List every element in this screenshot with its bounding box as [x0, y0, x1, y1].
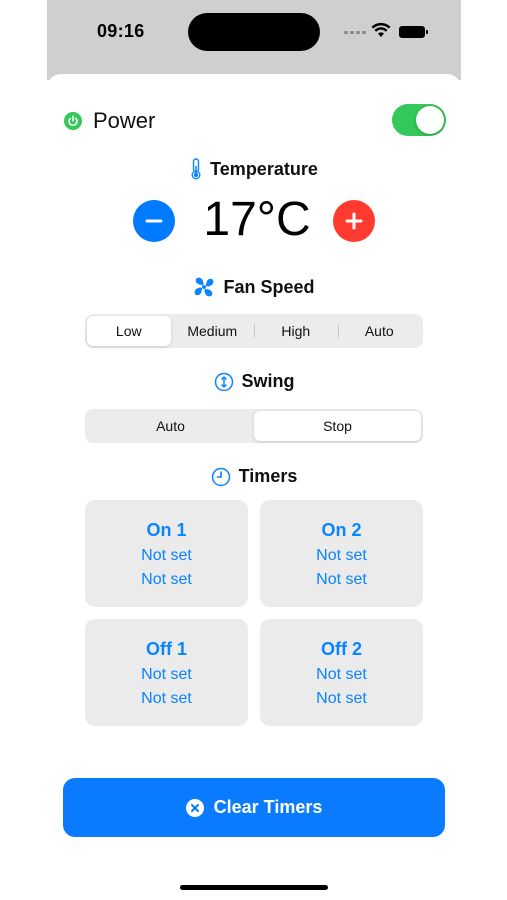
timer-card-line: Not set: [316, 571, 367, 588]
ac-control-sheet: Power Temperature 17°C Fan Speed Low Med…: [47, 74, 461, 900]
close-circle-icon: [185, 798, 204, 817]
background-left: [0, 0, 47, 900]
timer-card-line: Not set: [316, 666, 367, 683]
power-label: Power: [93, 108, 156, 133]
swing-header: Swing: [47, 371, 461, 392]
fan-speed-picker: Low Medium High Auto: [85, 314, 423, 348]
home-indicator[interactable]: [180, 885, 328, 890]
timer-card-title: Off 1: [145, 639, 187, 659]
swing-option-auto[interactable]: Auto: [87, 411, 254, 441]
thermometer-icon: [191, 158, 201, 180]
fan-speed-option-low[interactable]: Low: [87, 316, 171, 346]
timer-card-line: Not set: [141, 690, 192, 707]
power-row: Power: [64, 104, 446, 138]
swing-picker: Auto Stop: [85, 409, 423, 443]
minus-icon: [145, 219, 163, 223]
clear-timers-label: Clear Timers: [213, 797, 323, 817]
timers-title: Timers: [238, 466, 298, 486]
temperature-control: 17°C: [47, 192, 461, 252]
clock-icon: [211, 467, 230, 486]
background-right: [461, 0, 507, 900]
timer-card-off-1[interactable]: Off 1 Not set Not set: [85, 619, 248, 726]
increase-temperature-button[interactable]: [333, 200, 375, 242]
timers-header: Timers: [47, 466, 461, 487]
timer-card-title: Off 2: [320, 639, 362, 659]
timer-card-on-1[interactable]: On 1 Not set Not set: [85, 500, 248, 607]
dynamic-island: [188, 13, 320, 51]
timer-card-title: On 1: [146, 520, 187, 540]
timer-card-line: Not set: [141, 547, 192, 564]
timer-card-title: On 2: [321, 520, 362, 540]
timer-card-line: Not set: [316, 547, 367, 564]
fan-speed-header: Fan Speed: [47, 276, 461, 298]
temperature-value: 17°C: [203, 193, 311, 246]
timer-card-off-2[interactable]: Off 2 Not set Not set: [260, 619, 423, 726]
timer-card-line: Not set: [141, 571, 192, 588]
power-icon: [64, 112, 82, 130]
clear-timers-button[interactable]: Clear Timers: [63, 778, 445, 837]
wifi-icon: [371, 22, 391, 37]
fan-speed-option-medium[interactable]: Medium: [171, 316, 255, 346]
timer-card-on-2[interactable]: On 2 Not set Not set: [260, 500, 423, 607]
decrease-temperature-button[interactable]: [133, 200, 175, 242]
fan-speed-title: Fan Speed: [223, 276, 315, 297]
temperature-title: Temperature: [210, 158, 318, 179]
status-bar: 09:16: [47, 0, 461, 66]
cellular-signal-icon: [344, 31, 366, 34]
timer-card-line: Not set: [141, 666, 192, 683]
swing-title: Swing: [241, 371, 295, 391]
status-time: 09:16: [97, 21, 145, 41]
battery-icon: [399, 26, 428, 38]
temperature-header: Temperature: [47, 158, 461, 180]
fan-icon: [195, 277, 214, 297]
fan-speed-option-auto[interactable]: Auto: [337, 316, 422, 346]
timer-card-line: Not set: [316, 690, 367, 707]
plus-icon: [345, 212, 363, 230]
toggle-knob: [416, 106, 444, 134]
swing-icon: [214, 372, 233, 391]
swing-option-stop[interactable]: Stop: [254, 411, 421, 441]
power-toggle[interactable]: [392, 104, 446, 136]
fan-speed-option-high[interactable]: High: [254, 316, 338, 346]
